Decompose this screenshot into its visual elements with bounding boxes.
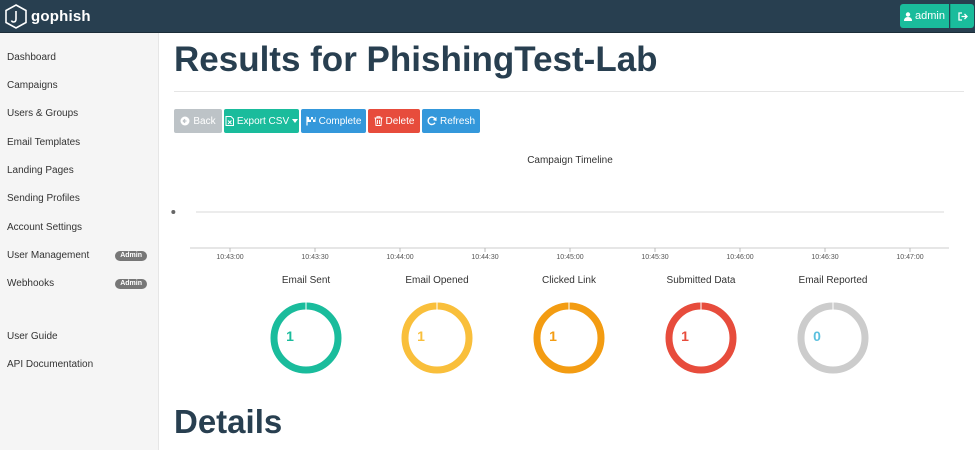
timeline-title: Campaign Timeline — [527, 155, 613, 166]
user-icon — [904, 11, 913, 21]
user-menu-button[interactable]: admin — [900, 4, 949, 28]
submitted-data-value: 1 — [681, 328, 689, 344]
refresh-button[interactable]: Refresh — [422, 109, 480, 133]
file-excel-icon — [225, 116, 234, 126]
title-divider — [174, 91, 964, 92]
timeline-tick-label: 10:43:00 — [216, 254, 243, 261]
page-title: Results for PhishingTest-Lab — [174, 40, 658, 79]
sidebar-item-account-settings[interactable]: Account Settings — [7, 220, 149, 236]
sidebar-item-label: Sending Profiles — [7, 193, 80, 204]
sidebar-item-user-management[interactable]: User Management Admin — [7, 248, 149, 264]
delete-label: Delete — [385, 115, 415, 127]
timeline-tick-label: 10:46:30 — [811, 254, 838, 261]
sidebar-item-label: User Management — [7, 250, 90, 261]
top-navbar: gophish admin — [0, 0, 975, 33]
sidebar-item-webhooks[interactable]: Webhooks Admin — [7, 276, 149, 292]
sidebar: Dashboard Campaigns Users & Groups Email… — [0, 33, 159, 450]
sidebar-item-label: Email Templates — [7, 137, 81, 148]
sidebar-item-user-guide[interactable]: User Guide — [7, 329, 149, 345]
delete-button[interactable]: Delete — [368, 109, 420, 133]
timeline-tick-label: 10:43:30 — [301, 254, 328, 261]
export-csv-label: Export CSV — [236, 115, 290, 127]
flag-checkered-icon — [305, 116, 316, 126]
email-reported-value: 0 — [813, 328, 821, 344]
sidebar-item-campaigns[interactable]: Campaigns — [7, 78, 149, 94]
email-reported-label: Email Reported — [798, 275, 868, 286]
sidebar-item-label: User Guide — [7, 331, 58, 342]
gophish-logo-icon — [5, 4, 27, 29]
sidebar-item-label: Account Settings — [7, 222, 83, 233]
trash-icon — [374, 116, 383, 126]
timeline-tick-label: 10:44:30 — [471, 254, 498, 261]
arrow-circle-left-icon — [180, 116, 190, 126]
clicked-link-label: Clicked Link — [542, 275, 596, 286]
clicked-link-value: 1 — [549, 328, 557, 344]
brand-name: gophish — [31, 8, 91, 25]
timeline-ticks: 10:43:00 10:43:30 10:44:00 10:44:30 10:45:00… — [216, 248, 924, 261]
email-opened-value: 1 — [417, 328, 425, 344]
sidebar-item-label: Landing Pages — [7, 165, 74, 176]
sidebar-item-email-templates[interactable]: Email Templates — [7, 135, 149, 151]
logout-button[interactable] — [950, 4, 974, 28]
sidebar-item-dashboard[interactable]: Dashboard — [7, 50, 149, 66]
email-sent-value: 1 — [286, 328, 294, 344]
email-sent-label: Email Sent — [281, 275, 331, 286]
sidebar-item-label: Campaigns — [7, 80, 58, 91]
admin-badge: Admin — [115, 251, 147, 261]
sign-out-icon — [957, 11, 968, 21]
export-csv-button[interactable]: Export CSV — [224, 109, 299, 133]
complete-button[interactable]: Complete — [301, 109, 366, 133]
refresh-label: Refresh — [439, 115, 475, 127]
timeline-tick-label: 10:45:00 — [556, 254, 583, 261]
details-title: Details — [174, 403, 283, 440]
timeline-tick-label: 10:44:00 — [386, 254, 413, 261]
timeline-events — [171, 210, 176, 214]
sidebar-item-label: Users & Groups — [7, 108, 79, 119]
timeline-tick-label: 10:46:00 — [726, 254, 753, 261]
email-opened-label: Email Opened — [405, 275, 469, 286]
caret-down-icon — [292, 119, 299, 123]
sidebar-item-landing-pages[interactable]: Landing Pages — [7, 163, 149, 179]
refresh-icon — [427, 116, 437, 126]
timeline-event-dot[interactable] — [171, 210, 176, 214]
user-label: admin — [915, 10, 945, 22]
timeline-tick-label: 10:45:30 — [641, 254, 668, 261]
submitted-data-label: Submitted Data — [666, 275, 736, 286]
complete-label: Complete — [318, 115, 362, 127]
sidebar-item-label: Dashboard — [7, 52, 56, 63]
brand[interactable]: gophish — [5, 3, 91, 30]
admin-badge: Admin — [115, 279, 147, 289]
back-button[interactable]: Back — [174, 109, 222, 133]
sidebar-item-label: API Documentation — [7, 359, 94, 370]
sidebar-item-sending-profiles[interactable]: Sending Profiles — [7, 191, 149, 207]
sidebar-item-api-documentation[interactable]: API Documentation — [7, 357, 149, 373]
timeline-tick-label: 10:47:00 — [896, 254, 923, 261]
sidebar-item-users-groups[interactable]: Users & Groups — [7, 106, 149, 122]
back-label: Back — [193, 115, 216, 127]
sidebar-item-label: Webhooks — [7, 278, 55, 289]
